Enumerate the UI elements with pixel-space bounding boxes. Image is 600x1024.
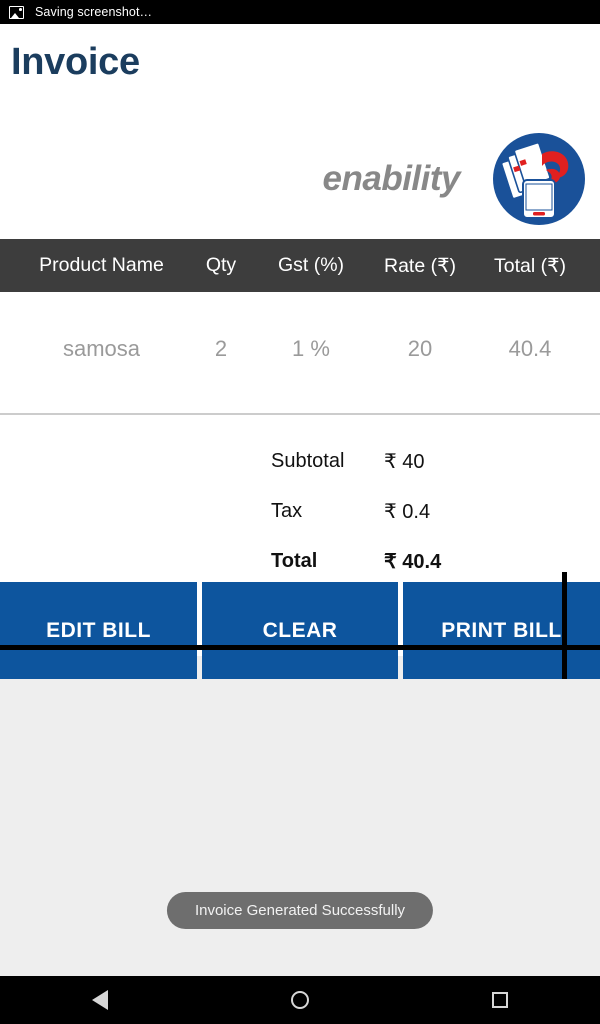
back-triangle-icon	[92, 990, 108, 1010]
table-divider	[0, 413, 600, 415]
status-bar-text: Saving screenshot…	[35, 5, 153, 19]
enability-logo-icon	[490, 130, 588, 228]
brand-name: enability	[322, 159, 461, 198]
summary-section: Subtotal ₹ 40 Tax ₹ 0.4 Total ₹ 40.4	[271, 436, 511, 586]
table-header-row: Product Name Qty Gst (%) Rate (₹) Total …	[0, 239, 600, 292]
app-screen: Saving screenshot… Invoice enability Pro…	[0, 0, 600, 1024]
grand-total-label: Total	[271, 549, 318, 572]
nav-back-button[interactable]	[70, 976, 130, 1024]
summary-row-total: Total ₹ 40.4	[271, 536, 511, 586]
subtotal-label: Subtotal	[271, 449, 345, 472]
column-header-qty: Qty	[205, 254, 237, 276]
edit-bill-button[interactable]: EDIT BILL	[0, 582, 197, 679]
cell-gst: 1 %	[292, 336, 330, 361]
cell-total: 40.4	[508, 336, 552, 361]
tax-value: ₹ 0.4	[384, 500, 431, 523]
column-header-product-name: Product Name	[39, 254, 164, 276]
brand-row: enability	[0, 119, 600, 239]
clear-button[interactable]: CLEAR	[202, 582, 398, 679]
column-header-gst: Gst (%)	[277, 254, 345, 276]
recents-square-icon	[492, 992, 508, 1008]
nav-home-button[interactable]	[270, 976, 330, 1024]
action-button-bar: EDIT BILL CLEAR PRINT BILL	[0, 582, 600, 679]
cell-rate: 20	[407, 336, 433, 361]
cell-qty: 2	[214, 336, 228, 361]
subtotal-value: ₹ 40	[384, 450, 425, 473]
android-nav-bar	[0, 976, 600, 1024]
summary-row-subtotal: Subtotal ₹ 40	[271, 436, 511, 486]
tax-label: Tax	[271, 499, 303, 522]
summary-row-tax: Tax ₹ 0.4	[271, 486, 511, 536]
home-circle-icon	[291, 991, 309, 1009]
page-title: Invoice	[11, 41, 140, 83]
screenshot-image-icon	[9, 5, 24, 19]
nav-recents-button[interactable]	[470, 976, 530, 1024]
column-header-total: Total (₹)	[493, 254, 566, 277]
overlay-vertical-line	[562, 572, 567, 679]
cell-product-name: samosa	[62, 336, 141, 361]
table-row[interactable]: samosa 2 1 % 20 40.4	[0, 314, 600, 384]
status-bar: Saving screenshot…	[0, 0, 600, 24]
grand-total-value: ₹ 40.4	[384, 550, 442, 573]
overlay-horizontal-line	[0, 645, 600, 650]
app-content: Invoice enability Product Name Qty Gst (…	[0, 24, 600, 976]
column-header-rate: Rate (₹)	[383, 254, 456, 277]
print-bill-button[interactable]: PRINT BILL	[403, 582, 600, 679]
toast-message: Invoice Generated Successfully	[166, 892, 434, 929]
